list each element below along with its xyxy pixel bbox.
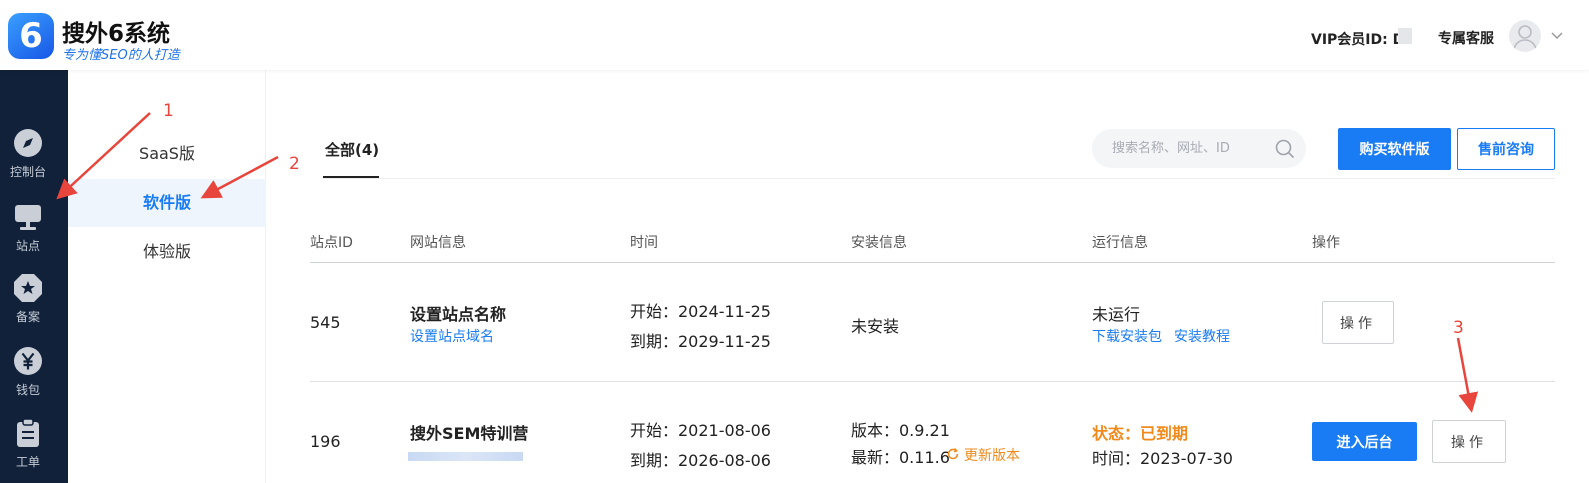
annotation-number-1: 1 (163, 101, 174, 121)
nav-item-label: 钱包 (15, 383, 40, 397)
buy-software-button[interactable]: 购买软件版 (1338, 128, 1451, 170)
submenu-item-software[interactable]: 软件版 (68, 179, 266, 227)
search-icon[interactable] (1274, 138, 1296, 160)
app-title: 搜外6系统 (62, 21, 171, 47)
annotation-number-2: 2 (289, 154, 300, 174)
operate-button[interactable]: 操作 (1322, 301, 1394, 344)
run-status-expired: 状态：已到期 (1092, 424, 1189, 443)
enter-admin-button[interactable]: 进入后台 (1312, 422, 1417, 461)
main-content: 全部(4) 购买软件版 售前咨询 站点ID 网站信息 时间 安装信息 运行信息 … (266, 70, 1589, 483)
chevron-down-icon[interactable] (1550, 28, 1564, 42)
presale-consult-button[interactable]: 售前咨询 (1457, 128, 1555, 170)
install-tutorial-link[interactable]: 安装教程 (1174, 326, 1230, 346)
installed-version: 版本：0.9.21 (851, 421, 950, 440)
clipboard-icon (17, 418, 39, 447)
column-header-actions: 操作 (1312, 235, 1340, 251)
site-id: 545 (310, 313, 341, 332)
expire-date: 到期：2029-11-25 (630, 332, 771, 351)
site-name: 设置站点名称 (410, 305, 507, 324)
star-badge-icon (14, 274, 42, 302)
top-header: 6 搜外6系统 专为懂SEO的人打造 VIP会员ID: Dı 专属客服 (0, 0, 1589, 70)
expire-date: 到期：2026-08-06 (630, 451, 771, 470)
redacted-domain-mask (408, 452, 523, 461)
yen-icon (14, 347, 42, 375)
update-version-link[interactable]: 更新版本 (964, 445, 1020, 465)
set-domain-link[interactable]: 设置站点域名 (410, 326, 494, 346)
search-input[interactable] (1112, 129, 1267, 168)
nav-item-label: 工单 (15, 455, 40, 469)
compass-icon (14, 129, 42, 157)
search-box (1092, 129, 1306, 168)
dedicated-support-link[interactable]: 专属客服 (1438, 28, 1494, 48)
nav-item-dashboard[interactable]: 控制台 (0, 128, 68, 194)
column-header-install-info: 安装信息 (851, 235, 907, 251)
vip-member-id: VIP会员ID: Dı (1311, 32, 1410, 48)
install-status: 未安装 (851, 317, 900, 336)
nav-item-tickets[interactable]: 工单 (0, 418, 68, 483)
user-icon (1513, 25, 1537, 50)
submenu-item-trial[interactable]: 体验版 (68, 228, 266, 276)
monitor-icon (15, 205, 41, 230)
tab-divider (323, 178, 1555, 179)
table-header-divider (310, 262, 1555, 263)
latest-version: 最新：0.11.6 (851, 448, 950, 467)
submenu-item-saas[interactable]: SaaS版 (68, 130, 266, 178)
column-header-site-info: 网站信息 (410, 235, 466, 251)
nav-item-label: 备案 (15, 310, 40, 324)
main-nav: 控制台 站点 备案 钱包 工单 (0, 70, 68, 483)
sub-menu: SaaS版 软件版 体验版 (68, 70, 266, 483)
annotation-number-3: 3 (1453, 318, 1464, 338)
app-slogan: 专为懂SEO的人打造 (62, 48, 180, 63)
logo-badge[interactable]: 6 (8, 13, 54, 59)
redacted-id-mask (1398, 28, 1412, 44)
tab-all[interactable]: 全部(4) (325, 139, 379, 160)
refresh-icon[interactable] (946, 447, 960, 461)
download-package-link[interactable]: 下载安装包 (1092, 326, 1162, 346)
operate-button[interactable]: 操作 (1432, 420, 1506, 463)
column-header-site-id: 站点ID (310, 235, 353, 251)
nav-item-label: 站点 (15, 239, 40, 253)
logo-number: 6 (19, 16, 43, 56)
start-date: 开始：2024-11-25 (630, 302, 771, 321)
nav-item-filing[interactable]: 备案 (0, 273, 68, 339)
run-status: 未运行 (1092, 305, 1141, 324)
site-id: 196 (310, 432, 341, 451)
nav-item-wallet[interactable]: 钱包 (0, 346, 68, 412)
column-header-time: 时间 (630, 235, 658, 251)
column-header-run-info: 运行信息 (1092, 235, 1148, 251)
site-name: 搜外SEM特训营 (410, 424, 529, 443)
start-date: 开始：2021-08-06 (630, 421, 771, 440)
row-divider (310, 381, 1555, 382)
run-time: 时间：2023-07-30 (1092, 449, 1233, 468)
nav-item-label: 控制台 (9, 165, 46, 179)
avatar[interactable] (1509, 20, 1541, 52)
nav-item-sites[interactable]: 站点 (0, 202, 68, 268)
